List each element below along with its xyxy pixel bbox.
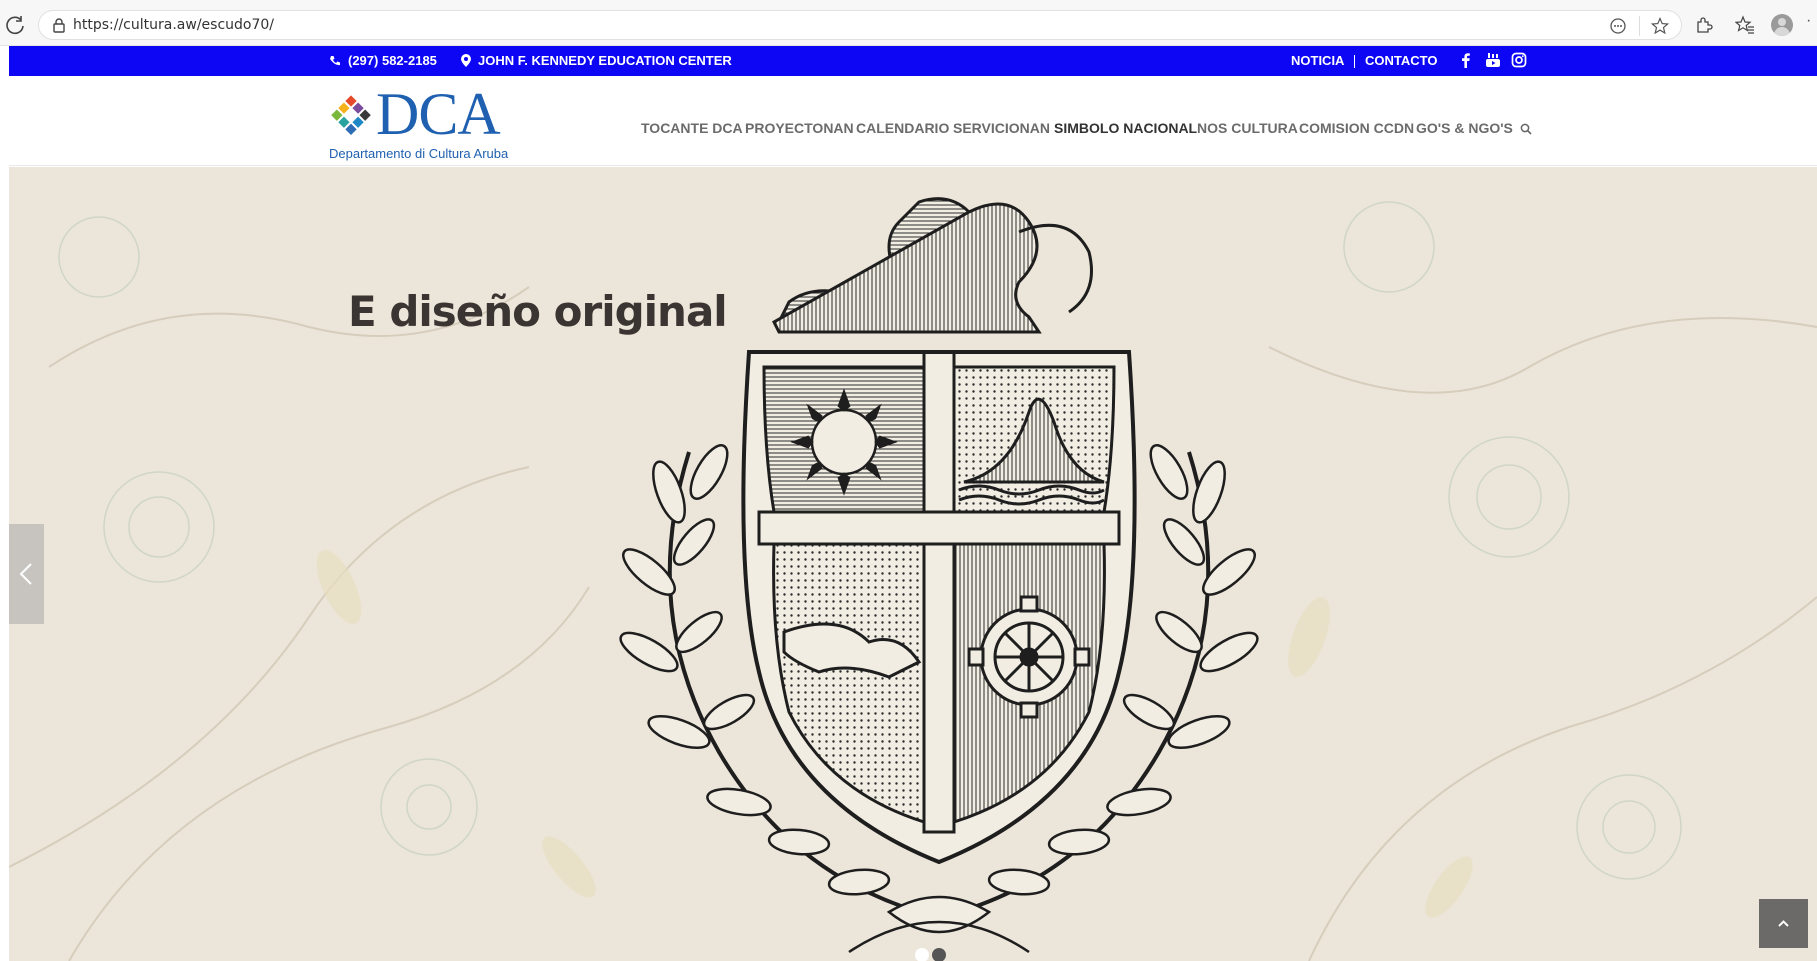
url-text[interactable]: https://cultura.aw/escudo70/ bbox=[73, 17, 274, 33]
reader-icon[interactable] bbox=[1609, 17, 1627, 35]
instagram-icon[interactable] bbox=[1511, 52, 1527, 68]
profile-icon[interactable] bbox=[1771, 14, 1793, 36]
logo-text[interactable]: DCA bbox=[376, 82, 501, 146]
slider-dot-2-active[interactable] bbox=[932, 948, 946, 961]
nav-simbolo-nacional[interactable]: SIMBOLO NACIONAL bbox=[1054, 120, 1197, 136]
topbar-divider bbox=[1354, 55, 1355, 68]
nav-proyectonan[interactable]: PROYECTONAN bbox=[745, 120, 854, 136]
location-text: JOHN F. KENNEDY EDUCATION CENTER bbox=[478, 53, 732, 68]
dca-logo-mark[interactable] bbox=[327, 94, 375, 142]
noticia-label: NOTICIA bbox=[1291, 53, 1345, 68]
chevron-left-icon bbox=[19, 563, 32, 585]
aruba-coat-of-arms-image bbox=[619, 197, 1259, 954]
hero-slider: E diseño original bbox=[9, 167, 1817, 961]
website: (297) 582-2185 JOHN F. KENNEDY EDUCATION… bbox=[9, 46, 1817, 961]
top-info-bar: (297) 582-2185 JOHN F. KENNEDY EDUCATION… bbox=[9, 46, 1817, 76]
phone-icon bbox=[330, 55, 340, 65]
nav-link-contacto[interactable]: CONTACTO bbox=[1365, 53, 1437, 68]
logo-subtitle[interactable]: Departamento di Cultura Aruba bbox=[329, 146, 508, 161]
contacto-label: CONTACTO bbox=[1365, 53, 1438, 68]
address-bar[interactable]: https://cultura.aw/escudo70/ bbox=[38, 10, 1682, 40]
location-link[interactable]: JOHN F. KENNEDY EDUCATION CENTER bbox=[461, 53, 732, 68]
map-pin-icon bbox=[461, 54, 471, 67]
reload-icon[interactable] bbox=[4, 14, 26, 36]
lock-icon[interactable] bbox=[51, 17, 67, 33]
more-icon[interactable]: · bbox=[1806, 12, 1811, 30]
nav-link-noticia[interactable]: NOTICIA bbox=[1291, 53, 1344, 68]
browser-toolbar: https://cultura.aw/escudo70/ · bbox=[0, 0, 1817, 46]
site-header: DCA Departamento di Cultura Aruba TOCANT… bbox=[9, 76, 1817, 166]
nav-nos-cultura[interactable]: NOS CULTURA bbox=[1197, 120, 1298, 136]
nav-servicionan[interactable]: SERVICIONAN bbox=[953, 120, 1050, 136]
nav-gos-ngos[interactable]: GO'S & NGO'S bbox=[1416, 120, 1513, 136]
phone-link[interactable]: (297) 582-2185 bbox=[329, 53, 437, 68]
nav-tocante-dca[interactable]: TOCANTE DCA bbox=[641, 120, 743, 136]
favorites-icon[interactable] bbox=[1735, 15, 1755, 35]
extensions-icon[interactable] bbox=[1694, 15, 1714, 35]
facebook-icon[interactable] bbox=[1458, 52, 1474, 68]
search-icon[interactable] bbox=[1520, 123, 1532, 135]
slider-dot-1[interactable] bbox=[915, 948, 929, 961]
phone-number: (297) 582-2185 bbox=[348, 53, 437, 68]
favorite-icon[interactable] bbox=[1651, 17, 1669, 35]
youtube-icon[interactable] bbox=[1485, 52, 1501, 68]
chevron-up-icon bbox=[1778, 920, 1789, 927]
nav-calendario[interactable]: CALENDARIO bbox=[856, 120, 949, 136]
nav-comision-ccdn[interactable]: COMISION CCDN bbox=[1299, 120, 1414, 136]
slider-prev-button[interactable] bbox=[9, 524, 44, 624]
scroll-to-top-button[interactable] bbox=[1759, 899, 1808, 948]
